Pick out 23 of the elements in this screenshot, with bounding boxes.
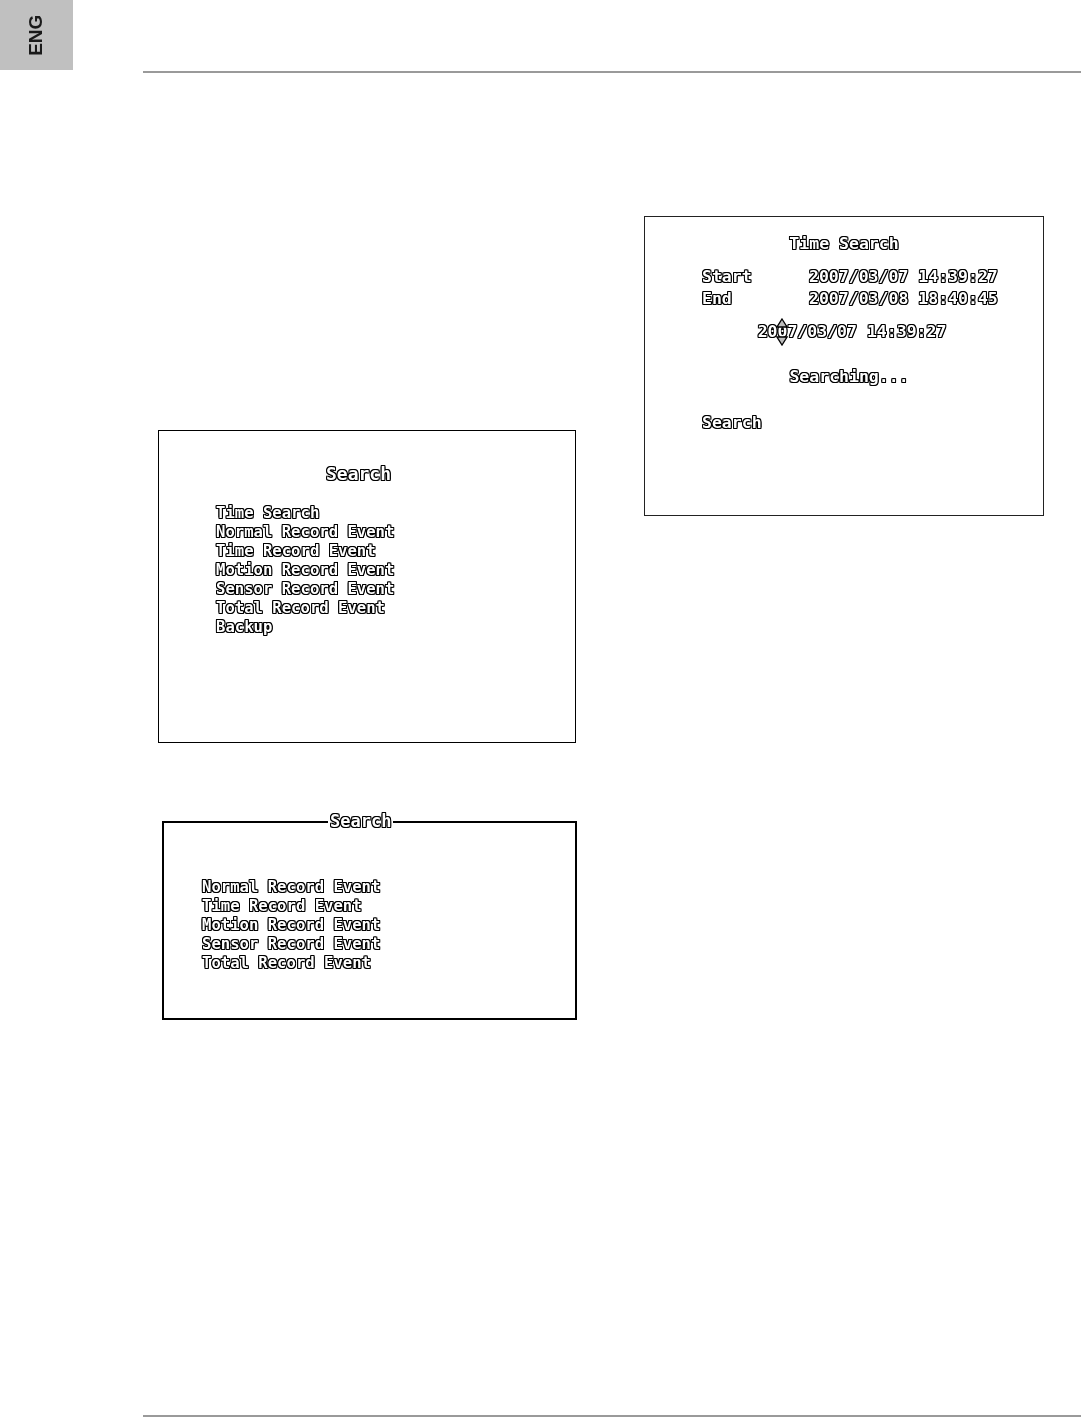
menu-item[interactable]: Total Record Event (202, 954, 371, 973)
menu-item[interactable]: Total Record Event (216, 599, 385, 618)
menu-title: Search (328, 811, 394, 831)
field-value: 2007/03/08 18:40:45 (809, 288, 998, 310)
menu-item[interactable]: Time Record Event (202, 897, 362, 916)
search-button[interactable]: Search (702, 412, 762, 434)
status-text: Searching... (789, 366, 909, 388)
menu-item[interactable]: Time Search (216, 504, 320, 523)
menu-item[interactable]: Sensor Record Event (202, 935, 381, 954)
menu-item[interactable]: Backup (216, 618, 273, 637)
menu-item[interactable]: Motion Record Event (216, 561, 395, 580)
menu-item[interactable]: Sensor Record Event (216, 580, 395, 599)
menu-item[interactable]: Motion Record Event (202, 916, 381, 935)
menu-title: Search (326, 464, 392, 484)
menu-item[interactable]: Time Record Event (216, 542, 376, 561)
date-time-field[interactable]: 2007/03/07 14:39:27 (757, 321, 947, 343)
field-label: End (702, 288, 732, 310)
language-marker: ENG (0, 0, 73, 70)
menu-item[interactable]: Normal Record Event (202, 878, 381, 897)
menu-item[interactable]: Normal Record Event (216, 523, 395, 542)
field-label: Start (702, 266, 752, 288)
panel-title: Time Search (789, 233, 899, 255)
field-value: 2007/03/07 14:39:27 (809, 266, 998, 288)
